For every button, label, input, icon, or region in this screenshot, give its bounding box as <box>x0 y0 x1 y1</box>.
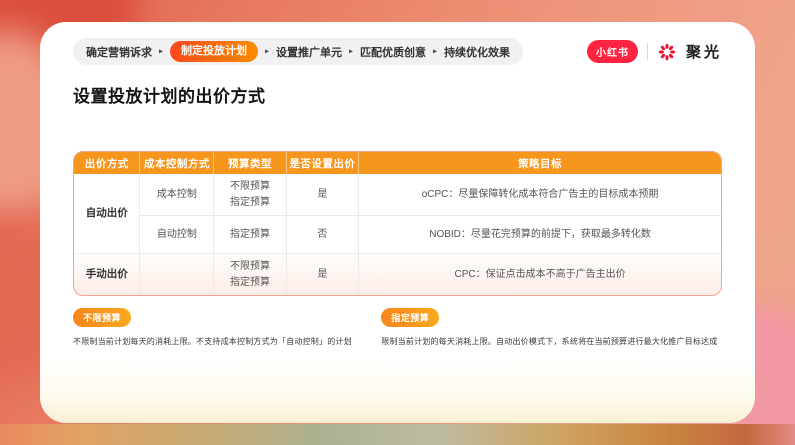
note-badge-fixed: 指定预算 <box>381 308 440 327</box>
cost-control-cell: 成本控制 <box>139 174 215 216</box>
header-bid-method: 出价方式 <box>74 152 141 174</box>
note-text-fixed: 限制当前计划的每天消耗上限。自动出价模式下，系统将在当前预算进行最大化推广目标达… <box>381 337 718 346</box>
bid-set-cell: 否 <box>286 215 360 254</box>
budget-type-line: 指定预算 <box>229 276 270 288</box>
note-badge-unlimited: 不限预算 <box>73 308 132 327</box>
breadcrumb-arrow-icon: ▸ <box>159 46 164 56</box>
slide-card: 确定营销诉求 ▸ 制定投放计划 ▸ 设置推广单元 ▸ 匹配优质创意 ▸ 持续优化… <box>40 22 755 423</box>
breadcrumb-step-optimize: 持续优化效果 <box>444 46 511 59</box>
background-photo-strip <box>0 424 795 445</box>
budget-notes: 不限预算 不限制当前计划每天的消耗上限。不支持成本控制方式为「自动控制」的计划 … <box>73 308 722 347</box>
brand-logos: 小红书 聚光 <box>586 40 722 63</box>
breadcrumb-arrow-icon: ▸ <box>349 46 354 56</box>
header-strategy: 策略目标 <box>358 152 721 174</box>
page-title: 设置投放计划的出价方式 <box>73 87 266 106</box>
funnel-breadcrumb: 确定营销诉求 ▸ 制定投放计划 ▸ 设置推广单元 ▸ 匹配优质创意 ▸ 持续优化… <box>73 38 524 65</box>
logo-divider <box>646 43 648 60</box>
bid-set-cell: 是 <box>286 174 360 216</box>
strategy-cell: oCPC：尽量保障转化成本符合广告主的目标成本预期 <box>421 188 659 200</box>
xiaohongshu-badge: 小红书 <box>586 40 638 63</box>
table-row: 手动出价 不限预算 指定预算 是 CPC：保证点击成本不高于广告主出价 <box>74 253 721 295</box>
bid-set-cell: 是 <box>286 253 360 295</box>
juguang-wordmark: 聚光 <box>685 44 722 61</box>
cost-control-cell: 自动控制 <box>139 215 215 254</box>
header-bid-set: 是否设置出价 <box>286 152 360 174</box>
bid-method-cell-auto: 自动出价 <box>74 174 141 254</box>
budget-type-cell: 不限预算 指定预算 <box>213 253 287 295</box>
table-row: 自动控制 指定预算 否 NOBID：尽量花完预算的前提下，获取最多转化数 <box>74 215 721 254</box>
bid-method-cell-manual: 手动出价 <box>74 253 141 295</box>
slide: { "breadcrumb": { "separator": "▸", "ite… <box>0 0 795 445</box>
budget-type-line: 指定预算 <box>229 196 270 208</box>
top-bar: 确定营销诉求 ▸ 制定投放计划 ▸ 设置推广单元 ▸ 匹配优质创意 ▸ 持续优化… <box>73 38 722 65</box>
header-budget-type: 预算类型 <box>213 152 287 174</box>
breadcrumb-step-define-demand: 确定营销诉求 <box>86 46 152 59</box>
budget-type-line: 指定预算 <box>229 228 270 240</box>
strategy-cell: NOBID：尽量花完预算的前提下，获取最多转化数 <box>358 215 721 254</box>
cost-control-cell <box>139 253 215 295</box>
header-cost-control: 成本控制方式 <box>139 152 215 174</box>
note-fixed-budget: 指定预算 限制当前计划的每天消耗上限。自动出价模式下，系统将在当前预算进行最大化… <box>381 308 722 347</box>
budget-type-cell: 指定预算 <box>213 215 287 254</box>
strategy-cell: CPC：保证点击成本不高于广告主出价 <box>358 253 721 295</box>
breadcrumb-arrow-icon: ▸ <box>433 46 438 56</box>
breadcrumb-arrow-icon: ▸ <box>265 46 270 56</box>
juguang-burst-icon <box>657 42 677 62</box>
note-unlimited-budget: 不限预算 不限制当前计划每天的消耗上限。不支持成本控制方式为「自动控制」的计划 <box>73 308 381 347</box>
budget-type-line: 不限预算 <box>229 261 270 272</box>
table-row: 自动出价 成本控制 不限预算 指定预算 是 oCPC：尽量保障转化成本符合广告主… <box>74 174 721 254</box>
table-header-row: 出价方式 成本控制方式 预算类型 是否设置出价 策略目标 <box>74 152 721 174</box>
bidding-table-card: 出价方式 成本控制方式 预算类型 是否设置出价 策略目标 自动出价 成本控制 不… <box>73 151 722 296</box>
budget-type-line: 不限预算 <box>229 181 270 192</box>
bidding-table: 出价方式 成本控制方式 预算类型 是否设置出价 策略目标 自动出价 成本控制 不… <box>74 152 721 295</box>
breadcrumb-step-match-creative: 匹配优质创意 <box>360 46 427 59</box>
breadcrumb-step-create-plan: 制定投放计划 <box>170 41 259 62</box>
budget-type-cell: 不限预算 指定预算 <box>213 174 287 216</box>
breadcrumb-step-setup-unit: 设置推广单元 <box>276 46 343 59</box>
note-text-unlimited: 不限制当前计划每天的消耗上限。不支持成本控制方式为「自动控制」的计划 <box>73 337 352 346</box>
